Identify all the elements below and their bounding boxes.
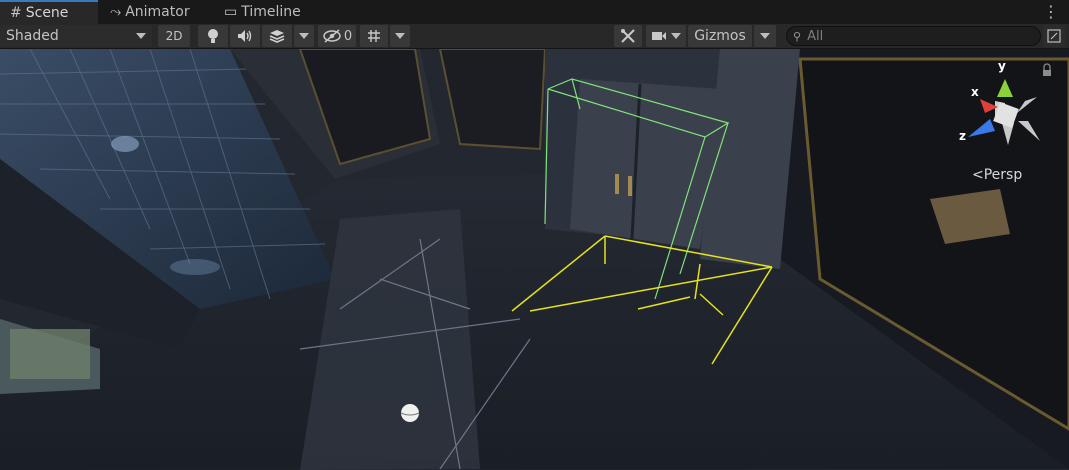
gizmos-toggle-button[interactable]: Gizmos: [688, 25, 752, 47]
layers-icon: [269, 30, 285, 43]
tab-animator-label: Animator: [125, 4, 190, 20]
tab-scene[interactable]: # Scene: [0, 0, 98, 24]
chevron-down-icon: [299, 33, 309, 39]
audio-toggle-button[interactable]: [230, 25, 260, 47]
tab-timeline-label: Timeline: [241, 4, 301, 20]
hidden-objects-toggle[interactable]: 0: [318, 25, 356, 47]
chevron-down-icon: [671, 33, 681, 39]
chevron-down-icon: [760, 33, 770, 39]
gizmos-label: Gizmos: [694, 28, 746, 44]
tab-timeline[interactable]: ▭ Timeline: [214, 0, 324, 24]
kebab-menu-icon[interactable]: ⋮: [1043, 2, 1059, 21]
chevron-left-icon: <: [972, 167, 984, 183]
tab-animator[interactable]: ⤳ Animator: [100, 0, 210, 24]
grid-snap-icon: [368, 30, 380, 42]
scene-toolbar: Shaded 2D 0 Gizmos ⚲ All: [0, 24, 1069, 49]
grid-dropdown[interactable]: [390, 25, 410, 47]
search-icon: ⚲: [793, 29, 802, 43]
grid-icon: #: [10, 5, 22, 21]
scene-viewport[interactable]: y x z <Persp: [0, 49, 1069, 470]
timeline-icon: ▭: [224, 4, 238, 20]
eye-slash-icon: [323, 29, 341, 43]
draw-mode-label: Shaded: [6, 28, 59, 44]
gizmo-z-label: z: [959, 129, 966, 143]
gizmo-y-label: y: [998, 59, 1006, 73]
search-placeholder: All: [807, 28, 824, 44]
projection-toggle[interactable]: <Persp: [972, 167, 1022, 183]
chevron-down-icon: [395, 33, 405, 39]
camera-settings-button[interactable]: [646, 25, 686, 47]
scene-render: [0, 49, 1069, 470]
animator-icon: ⤳: [110, 4, 122, 20]
window-light: [111, 136, 139, 152]
chevron-down-icon: [136, 33, 146, 39]
gizmo-x-label: x: [971, 85, 979, 99]
sphere-object: [401, 404, 419, 422]
2d-toggle-button[interactable]: 2D: [158, 25, 190, 47]
effects-dropdown[interactable]: [294, 25, 314, 47]
hidden-count: 0: [343, 28, 353, 44]
tools-button[interactable]: [614, 25, 642, 47]
lighting-toggle-button[interactable]: [198, 25, 228, 47]
maximize-search-button[interactable]: [1043, 25, 1065, 47]
tab-bar: # Scene ⤳ Animator ▭ Timeline ⋮: [0, 0, 1069, 24]
effects-toggle-button[interactable]: [262, 25, 292, 47]
lightbulb-icon: [208, 29, 218, 43]
scene-search-field[interactable]: ⚲ All: [786, 26, 1041, 46]
2d-label: 2D: [165, 29, 183, 43]
draw-mode-dropdown[interactable]: Shaded: [0, 25, 152, 47]
gizmos-dropdown[interactable]: [754, 25, 776, 47]
grid-toggle-button[interactable]: [360, 25, 388, 47]
door: [570, 79, 720, 249]
expand-icon: [1047, 29, 1061, 43]
projection-label: Persp: [983, 167, 1023, 183]
tab-scene-label: Scene: [25, 5, 69, 21]
tools-icon: [621, 29, 635, 43]
camera-icon: [652, 32, 666, 40]
speaker-icon: [238, 30, 252, 42]
